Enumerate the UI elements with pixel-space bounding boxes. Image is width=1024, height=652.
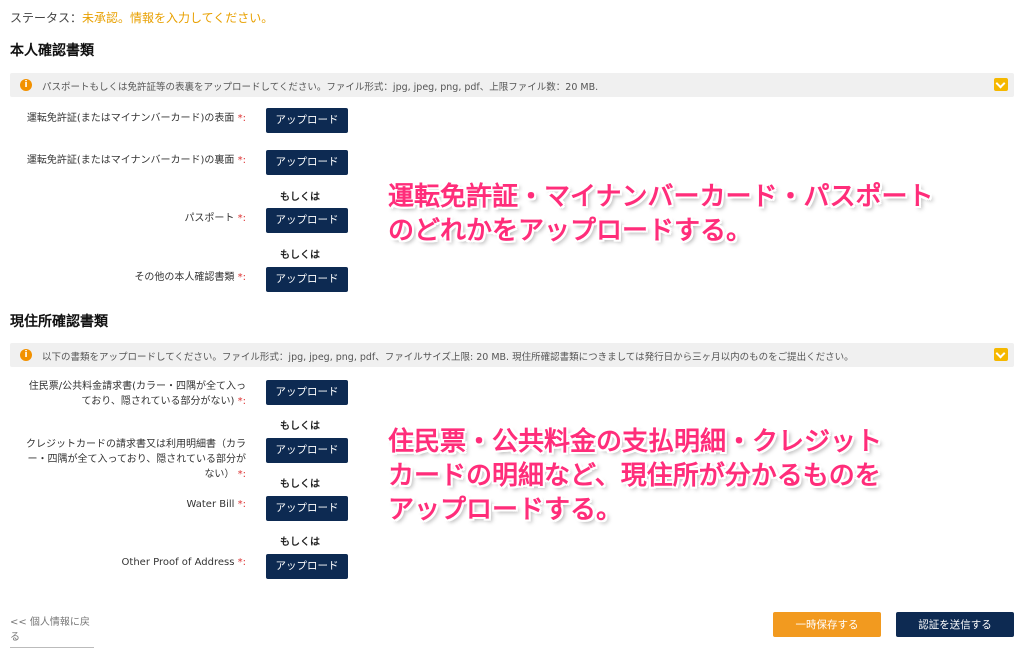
field-label-other-id: その他の本人確認書類 *:: [134, 272, 246, 283]
status-line: ステータス：未承認。情報を入力してください。: [10, 9, 273, 26]
upload-other-address-button[interactable]: アップロード: [266, 554, 348, 579]
identity-notice: i パスポートもしくは免許証等の表裏をアップロードしてください。ファイル形式：j…: [10, 73, 1014, 97]
field-label-credit-card: クレジットカードの請求書又は利用明細書（カラ ー・四隅が全て入っており、隠されて…: [26, 439, 246, 480]
or-separator: もしくは: [280, 192, 320, 203]
upload-credit-card-button[interactable]: アップロード: [266, 438, 348, 463]
identity-annotation: 運転免許証・マイナンバーカード・パスポート のどれかをアップロードする。: [388, 182, 934, 246]
address-notice: i 以下の書類をアップロードしてください。ファイル形式：jpg, jpeg, p…: [10, 343, 1014, 367]
chevron-down-icon[interactable]: [994, 348, 1008, 361]
save-draft-button[interactable]: 一時保存する: [773, 612, 881, 637]
identity-notice-text: パスポートもしくは免許証等の表裏をアップロードしてください。ファイル形式：jpg…: [42, 82, 599, 93]
chevron-down-icon[interactable]: [994, 78, 1008, 91]
address-section-title: 現住所確認書類: [10, 314, 108, 330]
upload-license-back-button[interactable]: アップロード: [266, 150, 348, 175]
or-separator: もしくは: [280, 479, 320, 490]
status-label: ステータス：: [10, 11, 83, 25]
or-separator: もしくは: [280, 537, 320, 548]
field-label-water-bill: Water Bill *:: [186, 499, 247, 510]
upload-water-bill-button[interactable]: アップロード: [266, 496, 348, 521]
identity-section-title: 本人確認書類: [10, 43, 94, 59]
upload-other-id-button[interactable]: アップロード: [266, 267, 348, 292]
field-label-passport: パスポート *:: [184, 213, 246, 224]
info-icon: i: [20, 349, 32, 361]
field-label-license-front: 運転免許証(またはマイナンバーカード)の表面 *:: [26, 113, 246, 124]
upload-resident-utility-button[interactable]: アップロード: [266, 380, 348, 405]
address-annotation: 住民票・公共料金の支払明細・クレジット カードの明細など、現住所が分かるものを …: [388, 427, 883, 525]
or-separator: もしくは: [280, 250, 320, 261]
upload-passport-button[interactable]: アップロード: [266, 208, 348, 233]
upload-license-front-button[interactable]: アップロード: [266, 108, 348, 133]
field-label-resident-utility: 住民票/公共料金請求書(カラー・四隅が全て入っ ており、隠されている部分がない)…: [28, 381, 246, 407]
back-to-personal-info-link[interactable]: << 個人情報に戻る: [10, 613, 94, 648]
submit-verification-button[interactable]: 認証を送信する: [896, 612, 1014, 637]
status-value: 未承認。情報を入力してください。: [82, 11, 274, 25]
address-notice-text: 以下の書類をアップロードしてください。ファイル形式：jpg, jpeg, png…: [42, 352, 854, 363]
info-icon: i: [20, 79, 32, 91]
field-label-license-back: 運転免許証(またはマイナンバーカード)の裏面 *:: [26, 155, 246, 166]
field-label-other-address: Other Proof of Address *:: [121, 557, 246, 568]
or-separator: もしくは: [280, 421, 320, 432]
